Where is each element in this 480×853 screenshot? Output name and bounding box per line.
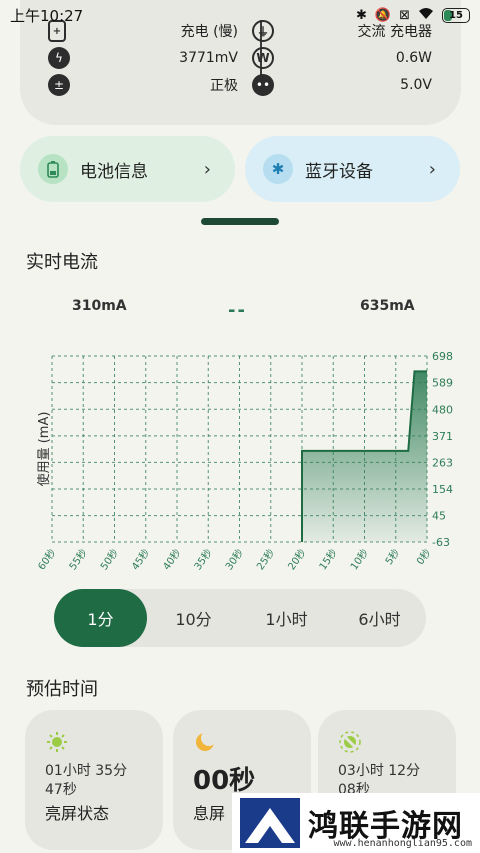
battery-info-label: 电池信息	[80, 161, 148, 182]
chevron-right-icon: ›	[203, 158, 211, 180]
drag-handle[interactable]	[201, 218, 279, 225]
x-tick-label: 60秒	[35, 546, 59, 572]
bluetooth-icon: ✱	[263, 154, 293, 184]
standby-time-line1: 03小时 12分	[338, 763, 421, 779]
time-range-selector: 1分 10分 1小时 6小时	[54, 589, 426, 647]
current-max-value: 635mA	[360, 298, 415, 314]
polarity-row: ± 正极	[48, 74, 238, 96]
bluetooth-icon: ✱	[356, 7, 367, 23]
x-tick-label: 55秒	[66, 546, 90, 572]
x-tick-label: 25秒	[254, 546, 278, 572]
socket-icon: ••	[252, 74, 274, 96]
x-tick-label: 30秒	[222, 546, 246, 572]
current-area	[302, 371, 427, 542]
mute-icon: 🔕	[374, 7, 392, 23]
range-1min[interactable]: 1分	[54, 589, 147, 647]
status-icons: ✱ 🔕 ⊠ 15	[356, 7, 470, 24]
x-tick-label: 0秒	[413, 546, 433, 567]
y-tick-label: 371	[432, 430, 453, 443]
screen-on-time-line2: 47秒	[45, 782, 77, 798]
watt-icon: W	[252, 47, 274, 69]
x-tick-label: 50秒	[97, 546, 121, 572]
y-tick-label: 480	[432, 403, 453, 416]
battery-icon: 15	[442, 7, 470, 23]
x-tick-label: 15秒	[316, 546, 340, 572]
battery-info-button[interactable]: 电池信息 ›	[20, 136, 235, 202]
y-tick-label: 589	[432, 377, 453, 390]
moon-icon	[193, 730, 217, 754]
screen-on-estimate-card: 01小时 35分 47秒 亮屏状态	[25, 710, 163, 850]
current-chart: 60秒 55秒 50秒 45秒 40秒 35秒 30秒 25秒 20秒 15秒 10秒 5秒 0秒 698…	[35, 350, 453, 572]
range-10min[interactable]: 10分	[147, 589, 240, 647]
y-tick-label: 698	[432, 350, 453, 363]
y-tick-label: -63	[432, 536, 450, 549]
status-time: 上午10:27	[10, 6, 84, 25]
battery-icon	[38, 154, 68, 184]
polarity-value: 正极	[210, 78, 238, 94]
range-1hour[interactable]: 1小时	[240, 589, 333, 647]
power-value: 0.6W	[395, 50, 432, 66]
sim-off-icon: ⊠	[399, 7, 410, 23]
polarity-icon: ±	[48, 74, 70, 96]
screen-off-label: 息屏	[193, 804, 226, 823]
watermark: 鸿联手游网 www.henanhonglian95.com	[232, 793, 480, 853]
voltage-value: 3771mV	[179, 50, 238, 66]
y-tick-label: 263	[432, 456, 453, 469]
screen-on-time-line1: 01小时 35分	[45, 763, 128, 779]
input-voltage-row: •• 5.0V	[252, 74, 432, 96]
x-tick-label: 20秒	[285, 546, 309, 572]
status-bar: 上午10:27 ✱ 🔕 ⊠ 15	[0, 0, 480, 30]
y-tick-label: 154	[432, 483, 453, 496]
screen-off-time: 00秒	[193, 766, 256, 796]
current-status: --	[228, 300, 247, 321]
sun-icon	[45, 730, 69, 754]
current-min-value: 310mA	[72, 298, 127, 314]
bolt-icon: ϟ	[48, 47, 70, 69]
x-tick-label: 35秒	[191, 546, 215, 572]
power-row: W 0.6W	[252, 47, 432, 69]
bluetooth-devices-label: 蓝牙设备	[305, 161, 373, 182]
realtime-current-title: 实时电流	[26, 252, 98, 273]
chevron-right-icon: ›	[428, 158, 436, 180]
watermark-logo	[240, 798, 300, 848]
watermark-url: www.henanhonglian95.com	[333, 838, 472, 849]
screen-on-label: 亮屏状态	[45, 804, 110, 823]
range-6hour[interactable]: 6小时	[333, 589, 426, 647]
bluetooth-devices-button[interactable]: ✱ 蓝牙设备 ›	[245, 136, 460, 202]
voltage-row: ϟ 3771mV	[48, 47, 238, 69]
x-tick-label: 10秒	[347, 546, 371, 572]
estimate-title: 预估时间	[26, 679, 98, 700]
sun-cross-icon	[338, 730, 362, 754]
y-axis-label: 使用量 (mA)	[36, 412, 52, 487]
x-tick-label: 5秒	[382, 546, 402, 567]
x-tick-label: 40秒	[160, 546, 184, 572]
wifi-icon	[418, 7, 434, 24]
x-tick-label: 45秒	[129, 546, 153, 572]
y-tick-label: 45	[432, 510, 446, 523]
input-voltage-value: 5.0V	[400, 77, 432, 93]
